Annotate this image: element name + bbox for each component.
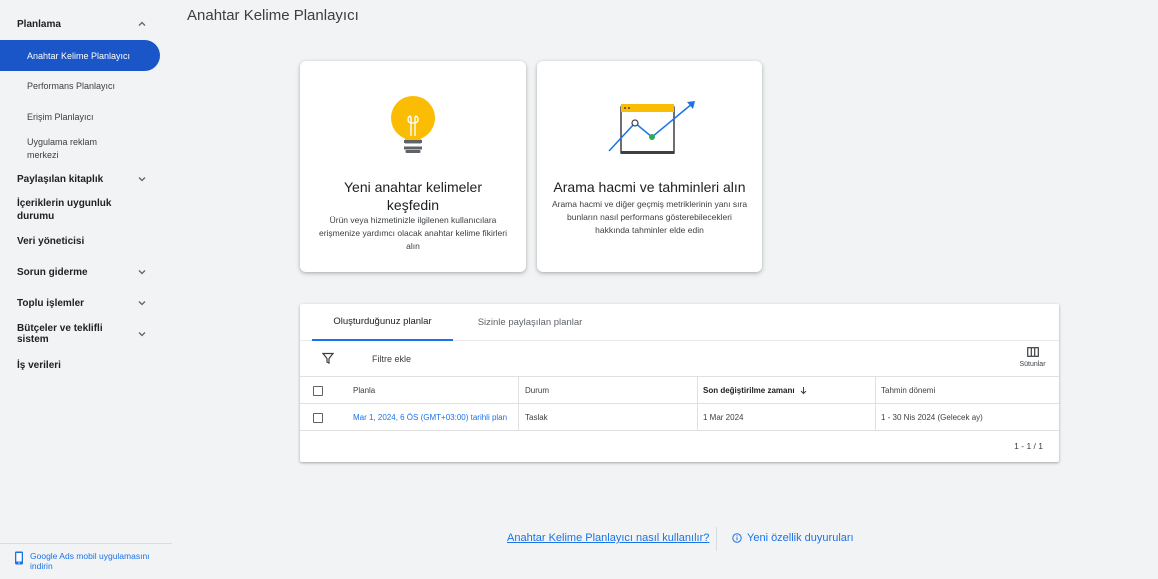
new-features-label: Yeni özellik duyuruları	[747, 532, 854, 544]
mobile-app-download-link[interactable]: Google Ads mobil uygulamasını indirin	[14, 551, 164, 571]
footer-divider	[716, 527, 717, 551]
sidebar-item-label: İş verileri	[17, 359, 61, 371]
column-divider	[518, 404, 519, 431]
column-divider	[875, 404, 876, 431]
sidebar: Planlama Anahtar Kelime Planlayıcı Perfo…	[0, 0, 172, 579]
chevron-up-icon	[136, 18, 148, 30]
sidebar-item-performance-planner[interactable]: Performans Planlayıcı	[0, 77, 160, 95]
sidebar-item-label: Bütçeler ve teklifli sistem	[17, 323, 103, 345]
sidebar-item-label: Toplu işlemler	[17, 297, 85, 309]
forecast-card-description: Arama hacmi ve diğer geçmiş metriklerini…	[551, 199, 748, 235]
filter-icon[interactable]	[322, 352, 334, 364]
sidebar-item-label: Performans Planlayıcı	[27, 81, 116, 91]
select-all-checkbox[interactable]	[313, 377, 323, 404]
how-to-use-link[interactable]: Anahtar Kelime Planlayıcı nasıl kullanıl…	[507, 532, 709, 544]
chart-trend-icon	[608, 101, 695, 154]
page-title: Anahtar Kelime Planlayıcı	[187, 7, 359, 24]
sidebar-item-label: Veri yöneticisi	[17, 235, 85, 247]
chevron-down-icon	[136, 266, 148, 278]
sidebar-item-label: Paylaşılan kitaplık	[17, 173, 104, 185]
sidebar-item-content-suitability[interactable]: İçeriklerin uygunluk durumu	[0, 196, 160, 224]
info-icon	[732, 533, 742, 543]
sidebar-item-app-ads-hub[interactable]: Uygulama reklam merkezi	[0, 135, 160, 163]
column-divider	[697, 377, 698, 404]
mobile-app-download-label: Google Ads mobil uygulamasını indirin	[30, 551, 150, 572]
chevron-down-icon	[136, 297, 148, 309]
sidebar-item-label: Anahtar Kelime Planlayıcı	[27, 50, 131, 61]
filter-bar: Filtre ekle Sütunlar	[300, 341, 1059, 377]
add-filter-button[interactable]: Filtre ekle	[372, 354, 411, 364]
chevron-down-icon	[136, 173, 148, 185]
sidebar-item-troubleshooting[interactable]: Sorun giderme	[0, 263, 160, 281]
columns-button[interactable]: Sütunlar	[1010, 347, 1055, 368]
pagination: 1 - 1 / 1	[1014, 441, 1043, 451]
discover-keywords-card[interactable]: Yeni anahtar kelimeler keşfedin Ürün vey…	[300, 61, 526, 272]
sidebar-item-reach-planner[interactable]: Erişim Planlayıcı	[0, 108, 160, 126]
sidebar-item-label: Sorun giderme	[17, 266, 88, 278]
arrow-down-icon	[800, 387, 806, 395]
sidebar-item-keyword-planner[interactable]: Anahtar Kelime Planlayıcı	[0, 40, 160, 71]
sidebar-item-planning[interactable]: Planlama	[0, 14, 160, 34]
sidebar-item-label: Erişim Planlayıcı	[27, 112, 94, 122]
columns-icon	[1026, 347, 1039, 357]
new-features-link[interactable]: Yeni özellik duyuruları	[732, 532, 854, 544]
columns-label: Sütunlar	[1019, 361, 1046, 368]
column-divider	[875, 377, 876, 404]
tab-shared-plans[interactable]: Sizinle paylaşılan planlar	[460, 304, 600, 341]
column-header-modified[interactable]: Son değiştirilme zamanı	[703, 377, 808, 404]
sidebar-divider	[0, 543, 172, 544]
lightbulb-icon	[391, 96, 435, 153]
column-header-modified-label: Son değiştirilme zamanı	[703, 386, 795, 395]
plans-panel: Oluşturduğunuz planlar Sizinle paylaşıla…	[300, 304, 1059, 462]
column-divider	[518, 377, 519, 404]
discover-card-description: Ürün veya hizmetinizle ilgilenen kullanı…	[318, 215, 507, 251]
forecast-card-title: Arama hacmi ve tahminleri alın	[553, 179, 746, 195]
column-header-forecast-period[interactable]: Tahmin dönemi	[881, 377, 935, 404]
row-checkbox[interactable]	[313, 404, 323, 431]
plans-tabs: Oluşturduğunuz planlar Sizinle paylaşıla…	[300, 304, 1059, 341]
sidebar-item-data-manager[interactable]: Veri yöneticisi	[0, 232, 160, 250]
sidebar-item-label: Planlama	[17, 18, 61, 30]
table-header: Planla Durum Son değiştirilme zamanı Tah…	[300, 377, 1059, 404]
sidebar-item-shared-library[interactable]: Paylaşılan kitaplık	[0, 170, 160, 188]
plan-status: Taslak	[525, 413, 548, 422]
forecast-card[interactable]: Arama hacmi ve tahminleri alın Arama hac…	[537, 61, 762, 272]
phone-icon	[15, 551, 23, 565]
chevron-down-icon	[136, 328, 148, 340]
sidebar-item-budgets-bidding[interactable]: Bütçeler ve teklifli sistem	[0, 323, 160, 345]
column-divider	[697, 404, 698, 431]
table-row: Mar 1, 2024, 6 ÖS (GMT+03:00) tarihli pl…	[300, 404, 1059, 431]
column-header-plan[interactable]: Planla	[353, 377, 375, 404]
sidebar-item-label: Uygulama reklam merkezi	[27, 136, 98, 160]
sidebar-item-label: İçeriklerin uygunluk durumu	[17, 198, 112, 222]
sidebar-item-business-data[interactable]: İş verileri	[0, 356, 160, 374]
column-header-status[interactable]: Durum	[525, 377, 549, 404]
plan-modified: 1 Mar 2024	[703, 413, 744, 422]
plan-name-link[interactable]: Mar 1, 2024, 6 ÖS (GMT+03:00) tarihli pl…	[353, 404, 507, 431]
plan-forecast-period: 1 - 30 Nis 2024 (Gelecek ay)	[881, 413, 983, 422]
tab-created-plans[interactable]: Oluşturduğunuz planlar	[312, 304, 453, 341]
sidebar-item-bulk-actions[interactable]: Toplu işlemler	[0, 294, 160, 312]
discover-card-title: Yeni anahtar kelimeler keşfedin	[343, 179, 482, 213]
